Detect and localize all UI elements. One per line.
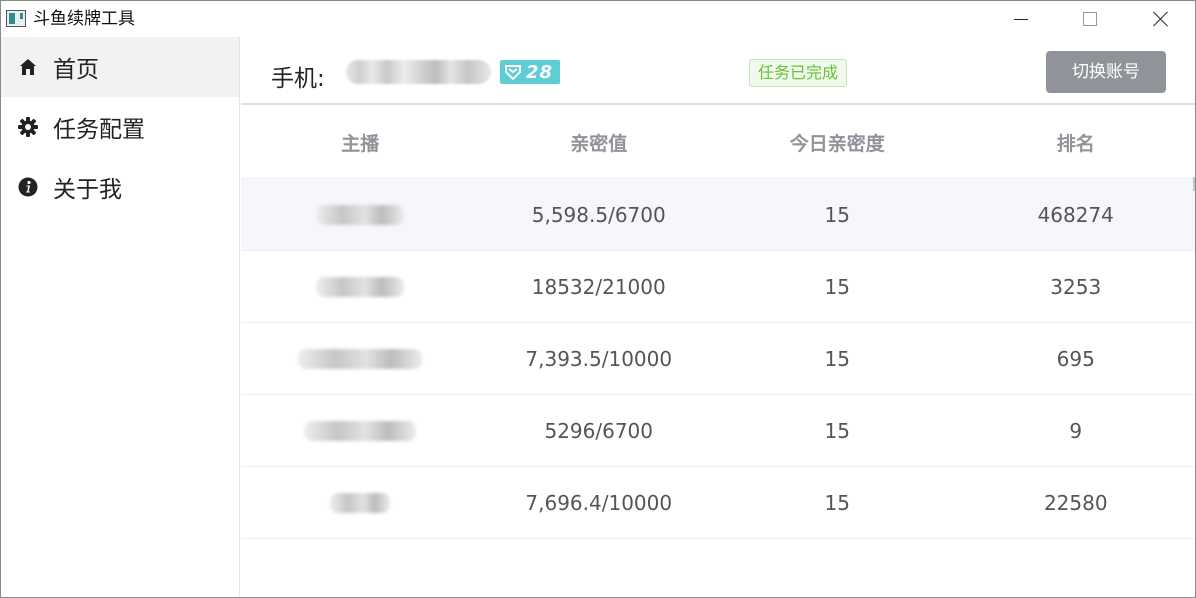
app-window: 斗鱼续牌工具 首页 任务配置 关于我 手机: 28 任务已完成 切换账号 主播 … — [0, 0, 1196, 598]
table-row[interactable]: 7,393.5/10000 15 695 — [241, 323, 1195, 395]
today-intimacy-value: 15 — [824, 274, 850, 299]
streamer-name-redacted — [241, 323, 480, 394]
intimacy-value: 7,696.4/10000 — [525, 490, 673, 515]
status-badge: 任务已完成 — [749, 59, 848, 87]
info-icon — [17, 176, 39, 198]
table-row[interactable]: 18532/21000 15 3253 — [241, 251, 1195, 323]
maximize-button[interactable] — [1055, 1, 1125, 37]
maximize-icon — [1083, 12, 1097, 26]
streamer-name-redacted — [241, 179, 480, 250]
home-icon — [17, 56, 39, 78]
rank-value: 22580 — [1043, 490, 1108, 515]
window-title: 斗鱼续牌工具 — [33, 9, 135, 29]
switch-account-button[interactable]: 切换账号 — [1046, 51, 1166, 93]
intimacy-value: 7,393.5/10000 — [525, 346, 673, 371]
rank-value: 695 — [1056, 346, 1095, 371]
table-header: 主播 亲密值 今日亲密度 排名 — [241, 107, 1195, 179]
table-row[interactable]: 7,696.4/10000 15 22580 — [241, 467, 1195, 539]
level-number: 28 — [526, 61, 554, 83]
today-intimacy-value: 15 — [824, 418, 850, 443]
scrollbar-thumb[interactable] — [1193, 177, 1195, 191]
table-row[interactable]: 5296/6700 15 9 — [241, 395, 1195, 467]
streamer-name-redacted — [241, 251, 480, 322]
account-header: 手机: 28 任务已完成 切换账号 — [241, 37, 1195, 105]
title-bar: 斗鱼续牌工具 — [1, 1, 1195, 37]
close-icon — [1153, 11, 1169, 27]
intimacy-value: 5,598.5/6700 — [531, 202, 666, 227]
sidebar-item-home[interactable]: 首页 — [1, 37, 239, 97]
column-header-rank[interactable]: 排名 — [957, 107, 1196, 178]
column-header-today[interactable]: 今日亲密度 — [718, 107, 957, 178]
sidebar-item-about[interactable]: 关于我 — [1, 157, 239, 217]
main-content: 手机: 28 任务已完成 切换账号 主播 亲密值 今日亲密度 排名 5,598.… — [241, 37, 1195, 597]
app-icon — [6, 10, 26, 27]
sidebar-item-label: 任务配置 — [53, 117, 145, 143]
rank-value: 9 — [1069, 418, 1083, 443]
sidebar-item-task-config[interactable]: 任务配置 — [1, 97, 239, 157]
column-header-streamer[interactable]: 主播 — [241, 107, 480, 178]
phone-label: 手机: — [271, 66, 325, 92]
today-intimacy-value: 15 — [824, 346, 850, 371]
today-intimacy-value: 15 — [824, 202, 850, 227]
rank-value: 3253 — [1050, 274, 1102, 299]
level-badge: 28 — [500, 60, 560, 84]
minimize-icon — [1014, 19, 1028, 20]
table-row[interactable]: 5,598.5/6700 15 468274 — [241, 179, 1195, 251]
close-button[interactable] — [1125, 1, 1195, 37]
intimacy-value: 5296/6700 — [544, 418, 654, 443]
sidebar: 首页 任务配置 关于我 — [1, 37, 240, 597]
intimacy-value: 18532/21000 — [531, 274, 666, 299]
gear-icon — [17, 116, 39, 138]
fan-badge-icon — [504, 63, 522, 81]
column-header-intimacy[interactable]: 亲密值 — [480, 107, 719, 178]
sidebar-item-label: 关于我 — [53, 177, 122, 203]
streamer-name-redacted — [241, 395, 480, 466]
sidebar-item-label: 首页 — [53, 57, 99, 83]
minimize-button[interactable] — [985, 1, 1055, 37]
intimacy-table: 主播 亲密值 今日亲密度 排名 5,598.5/6700 15 468274 1… — [241, 107, 1195, 539]
streamer-name-redacted — [241, 467, 480, 538]
today-intimacy-value: 15 — [824, 490, 850, 515]
phone-number-redacted — [346, 60, 491, 84]
rank-value: 468274 — [1037, 202, 1114, 227]
